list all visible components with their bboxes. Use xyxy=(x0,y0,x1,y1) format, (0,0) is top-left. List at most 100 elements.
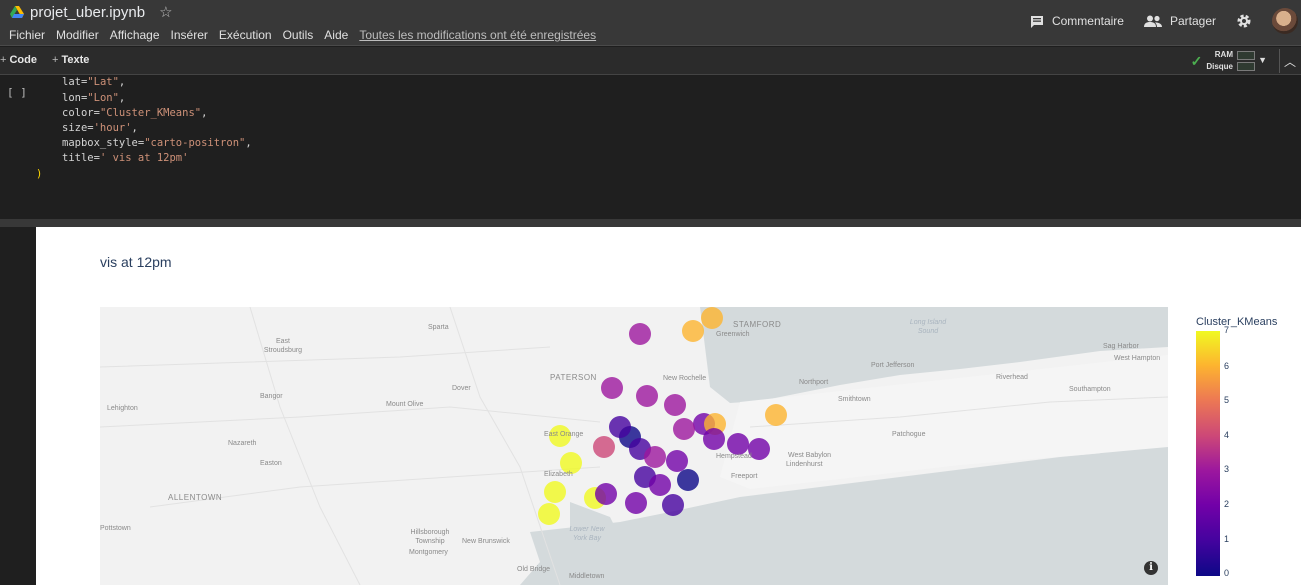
colorbar-tick: 2 xyxy=(1224,499,1230,509)
scatter-point[interactable] xyxy=(673,418,695,440)
map-label: Mount Olive xyxy=(386,401,424,408)
colorbar-tick: 7 xyxy=(1224,325,1230,335)
scatter-point[interactable] xyxy=(636,385,658,407)
map-label: West Babylon xyxy=(788,452,832,459)
colorbar-tick: 5 xyxy=(1224,395,1230,405)
map-label: Long Island Sound xyxy=(909,319,947,335)
code-line: color="Cluster_KMeans", xyxy=(62,107,208,119)
checkmark-icon: ✓ xyxy=(1190,52,1203,69)
scatter-point[interactable] xyxy=(662,494,684,516)
map-label: Montgomery xyxy=(409,549,448,556)
colorbar xyxy=(1196,331,1220,576)
map-plot[interactable]: Sparta STAMFORD Greenwich Long Island So… xyxy=(100,307,1168,585)
map-label: New Rochelle xyxy=(663,375,707,382)
menu-item-aide[interactable]: Aide xyxy=(324,28,348,42)
scatter-point[interactable] xyxy=(727,433,749,455)
resources-indicator[interactable]: ✓ RAM Disque xyxy=(1191,49,1255,73)
disk-label: Disque xyxy=(1206,62,1233,71)
scatter-point[interactable] xyxy=(664,394,686,416)
settings-gear-icon[interactable] xyxy=(1236,13,1252,29)
scatter-point[interactable] xyxy=(649,474,671,496)
save-status-link[interactable]: Toutes les modifications ont été enregis… xyxy=(359,28,596,42)
add-text-button[interactable]: + Texte xyxy=(52,54,89,66)
disk-bar xyxy=(1237,62,1255,71)
ram-bar xyxy=(1237,51,1255,60)
map-label: Lower New York Bay xyxy=(569,526,605,542)
run-cell-button[interactable]: [ ] xyxy=(7,86,27,99)
colorbar-tick: 0 xyxy=(1224,568,1230,578)
colorbar-title: Cluster_KMeans xyxy=(1196,316,1278,328)
collapse-chevron-icon[interactable]: ︿ xyxy=(1284,53,1296,70)
scatter-point[interactable] xyxy=(765,404,787,426)
scatter-point[interactable] xyxy=(644,446,666,468)
ram-label: RAM xyxy=(1214,50,1233,59)
user-avatar[interactable] xyxy=(1272,8,1298,34)
menu-item-execution[interactable]: Exécution xyxy=(219,28,272,42)
menu-item-inserer[interactable]: Insérer xyxy=(171,28,208,42)
scatter-point[interactable] xyxy=(609,416,631,438)
scatter-point[interactable] xyxy=(666,450,688,472)
comment-label: Commentaire xyxy=(1051,14,1124,28)
map-label: Hempstead xyxy=(716,453,752,460)
map-label: Lindenhurst xyxy=(786,461,823,468)
code-cell[interactable]: [ ] lat="Lat", lon="Lon", color="Cluster… xyxy=(0,76,1301,219)
star-icon[interactable]: ☆ xyxy=(159,3,172,21)
comment-button[interactable]: Commentaire xyxy=(1030,14,1124,28)
menu-bar: Fichier Modifier Affichage Insérer Exécu… xyxy=(9,28,596,42)
code-line: title=' vis at 12pm' xyxy=(62,152,189,164)
scatter-point[interactable] xyxy=(544,481,566,503)
map-label: Smithtown xyxy=(838,396,871,403)
map-label: Elizabeth xyxy=(544,471,573,478)
scatter-point[interactable] xyxy=(701,307,723,329)
scatter-point[interactable] xyxy=(595,483,617,505)
colorbar-tick: 6 xyxy=(1224,361,1230,371)
map-label: Southampton xyxy=(1069,386,1111,393)
menu-item-fichier[interactable]: Fichier xyxy=(9,28,45,42)
map-label: East Orange xyxy=(544,431,584,438)
drive-logo-icon[interactable] xyxy=(10,6,24,18)
title-row: projet_uber.ipynb ☆ xyxy=(10,3,173,21)
map-label: New Brunswick xyxy=(462,538,510,545)
map-label: Sparta xyxy=(428,324,449,331)
plot-title: vis at 12pm xyxy=(100,254,172,270)
map-label: Easton xyxy=(260,460,282,467)
notebook-toolbar: + Code + Texte ✓ RAM Disque ▼ ︿ xyxy=(0,47,1301,75)
map-label: West Hampton xyxy=(1114,355,1161,362)
code-line: lat="Lat", xyxy=(62,76,126,88)
add-code-button[interactable]: + Code xyxy=(0,54,37,66)
code-line: size='hour', xyxy=(62,122,138,134)
scatter-point[interactable] xyxy=(677,469,699,491)
scatter-point[interactable] xyxy=(601,377,623,399)
info-icon[interactable]: i xyxy=(1144,561,1158,575)
scatter-point[interactable] xyxy=(538,503,560,525)
map-label: East Stroudsburg xyxy=(263,338,303,354)
notebook-title[interactable]: projet_uber.ipynb xyxy=(30,4,145,21)
map-label: ALLENTOWN xyxy=(168,493,223,502)
map-label: Middletown xyxy=(569,573,605,580)
comment-icon xyxy=(1030,15,1043,28)
colorbar-tick: 1 xyxy=(1224,534,1230,544)
map-label: Port Jefferson xyxy=(871,362,915,369)
menu-item-modifier[interactable]: Modifier xyxy=(56,28,99,42)
cell-divider xyxy=(0,219,1301,227)
scatter-point[interactable] xyxy=(593,436,615,458)
share-button[interactable]: Partager xyxy=(1143,14,1216,28)
cell-output: vis at 12pm Sparta STAMFORD Greenwich Lo… xyxy=(36,227,1301,585)
menu-item-affichage[interactable]: Affichage xyxy=(110,28,160,42)
scatter-point[interactable] xyxy=(703,428,725,450)
code-closing-paren: ) xyxy=(36,168,43,180)
scatter-point[interactable] xyxy=(625,492,647,514)
map-label: Dover xyxy=(452,385,471,392)
map-label: Greenwich xyxy=(716,331,750,338)
code-line: mapbox_style="carto-positron", xyxy=(62,137,252,149)
scatter-point[interactable] xyxy=(682,320,704,342)
scatter-point[interactable] xyxy=(629,323,651,345)
header-actions: Commentaire Partager xyxy=(1030,8,1301,34)
menu-item-outils[interactable]: Outils xyxy=(283,28,314,42)
map-label: Hillsborough Township xyxy=(410,529,450,545)
output-gutter xyxy=(0,227,36,585)
top-bar: projet_uber.ipynb ☆ Fichier Modifier Aff… xyxy=(0,0,1301,46)
map-label: STAMFORD xyxy=(733,320,782,329)
map-label: Lehighton xyxy=(107,405,138,412)
dropdown-arrow-icon[interactable]: ▼ xyxy=(1258,55,1267,65)
